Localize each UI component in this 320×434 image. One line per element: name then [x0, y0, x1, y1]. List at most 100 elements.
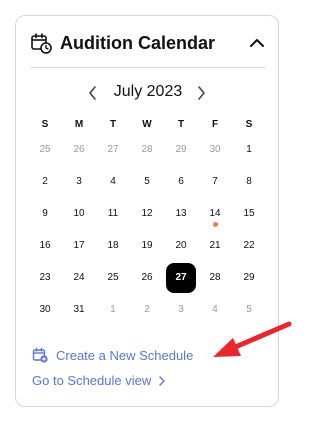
day-number: 31: [73, 304, 85, 315]
schedule-view-link[interactable]: Go to Schedule view: [32, 373, 167, 388]
widget-title: Audition Calendar: [60, 33, 216, 53]
weekday-header: W: [142, 119, 152, 130]
annotation-arrow-icon: [213, 321, 292, 357]
weekday-header: T: [109, 119, 117, 130]
calendar-day[interactable]: 1: [96, 294, 130, 326]
day-number: 26: [73, 144, 85, 155]
day-number: 29: [175, 144, 187, 155]
calendar-day[interactable]: 19: [130, 230, 164, 262]
day-number: 5: [144, 176, 150, 187]
calendar-day-selected[interactable]: 27: [164, 262, 198, 294]
day-number: 11: [107, 208, 119, 219]
calendar-clock-icon: [31, 33, 52, 54]
weekday-header: S: [245, 119, 253, 130]
chevron-right-icon[interactable]: [194, 85, 208, 101]
day-number: 1: [110, 304, 116, 315]
day-number: 4: [110, 176, 116, 187]
day-number: 25: [107, 272, 119, 283]
schedule-view-label: Go to Schedule view: [32, 373, 152, 388]
day-number: 6: [178, 176, 184, 187]
day-number: 4: [212, 304, 218, 315]
day-number: 8: [246, 176, 252, 187]
calendar-day[interactable]: 11: [96, 198, 130, 230]
calendar-day[interactable]: 12: [130, 198, 164, 230]
calendar-grid: S M T W T F S 25 26 27 28 29 30 1 2 3 4 5 6 7 8 9 10 11 12 13 14 15…: [28, 116, 266, 326]
calendar-day[interactable]: 7: [198, 166, 232, 198]
calendar-day[interactable]: 25: [28, 134, 62, 166]
chevron-right-small-icon: [159, 375, 165, 386]
calendar-day[interactable]: 27: [96, 134, 130, 166]
event-indicator-dot: [212, 222, 218, 227]
calendar-day[interactable]: 9: [28, 198, 62, 230]
calendar-day[interactable]: 31: [62, 294, 96, 326]
day-number: 26: [141, 272, 153, 283]
chevron-up-icon[interactable]: [248, 36, 266, 50]
day-number: 24: [73, 272, 85, 283]
calendar-day[interactable]: 10: [62, 198, 96, 230]
weekday-header: F: [211, 119, 219, 130]
calendar-day[interactable]: 2: [130, 294, 164, 326]
calendar-day[interactable]: 29: [232, 262, 266, 294]
month-navigation: July 2023: [16, 80, 278, 104]
calendar-header: Audition Calendar: [16, 16, 278, 68]
calendar-day[interactable]: 30: [28, 294, 62, 326]
chevron-left-icon[interactable]: [86, 85, 100, 101]
day-number: 20: [175, 240, 187, 251]
calendar-day[interactable]: 29: [164, 134, 198, 166]
month-label: July 2023: [113, 83, 183, 100]
day-number: 10: [73, 208, 85, 219]
calendar-day[interactable]: 8: [232, 166, 266, 198]
calendar-day[interactable]: 23: [28, 262, 62, 294]
calendar-day[interactable]: 21: [198, 230, 232, 262]
day-number: 18: [107, 240, 119, 251]
calendar-day[interactable]: 26: [130, 262, 164, 294]
create-schedule-label: Create a New Schedule: [56, 347, 194, 363]
day-number: 9: [42, 208, 48, 219]
calendar-day[interactable]: 30: [198, 134, 232, 166]
day-number: 27: [166, 263, 196, 293]
calendar-day[interactable]: 14: [198, 198, 232, 230]
day-number: 19: [141, 240, 153, 251]
calendar-day[interactable]: 13: [164, 198, 198, 230]
day-number: 14: [209, 208, 221, 219]
calendar-day[interactable]: 18: [96, 230, 130, 262]
calendar-day[interactable]: 26: [62, 134, 96, 166]
calendar-day[interactable]: 16: [28, 230, 62, 262]
day-number: 3: [76, 176, 82, 187]
day-number: 21: [209, 240, 221, 251]
calendar-add-icon: [32, 347, 48, 363]
calendar-day[interactable]: 20: [164, 230, 198, 262]
calendar-day[interactable]: 15: [232, 198, 266, 230]
day-number: 3: [178, 304, 184, 315]
calendar-day[interactable]: 17: [62, 230, 96, 262]
calendar-day[interactable]: 2: [28, 166, 62, 198]
day-number: 28: [141, 144, 153, 155]
calendar-day[interactable]: 24: [62, 262, 96, 294]
calendar-day[interactable]: 1: [232, 134, 266, 166]
day-number: 2: [144, 304, 150, 315]
calendar-day[interactable]: 5: [130, 166, 164, 198]
day-number: 28: [209, 272, 221, 283]
day-number: 15: [243, 208, 255, 219]
calendar-day[interactable]: 3: [62, 166, 96, 198]
calendar-day[interactable]: 4: [96, 166, 130, 198]
day-number: 7: [212, 176, 218, 187]
day-number: 29: [243, 272, 255, 283]
day-number: 30: [39, 304, 51, 315]
weekday-header: M: [74, 119, 84, 130]
day-number: 22: [243, 240, 255, 251]
weekday-header: S: [41, 119, 49, 130]
day-number: 2: [42, 176, 48, 187]
calendar-day[interactable]: 3: [164, 294, 198, 326]
create-schedule-link[interactable]: Create a New Schedule: [32, 347, 193, 363]
calendar-day[interactable]: 25: [96, 262, 130, 294]
calendar-day[interactable]: 6: [164, 166, 198, 198]
calendar-day[interactable]: 28: [130, 134, 164, 166]
day-number: 30: [209, 144, 221, 155]
calendar-day[interactable]: 22: [232, 230, 266, 262]
calendar-day[interactable]: 28: [198, 262, 232, 294]
day-number: 23: [39, 272, 51, 283]
day-number: 13: [175, 208, 187, 219]
day-number: 27: [107, 144, 119, 155]
day-number: 5: [246, 304, 252, 315]
